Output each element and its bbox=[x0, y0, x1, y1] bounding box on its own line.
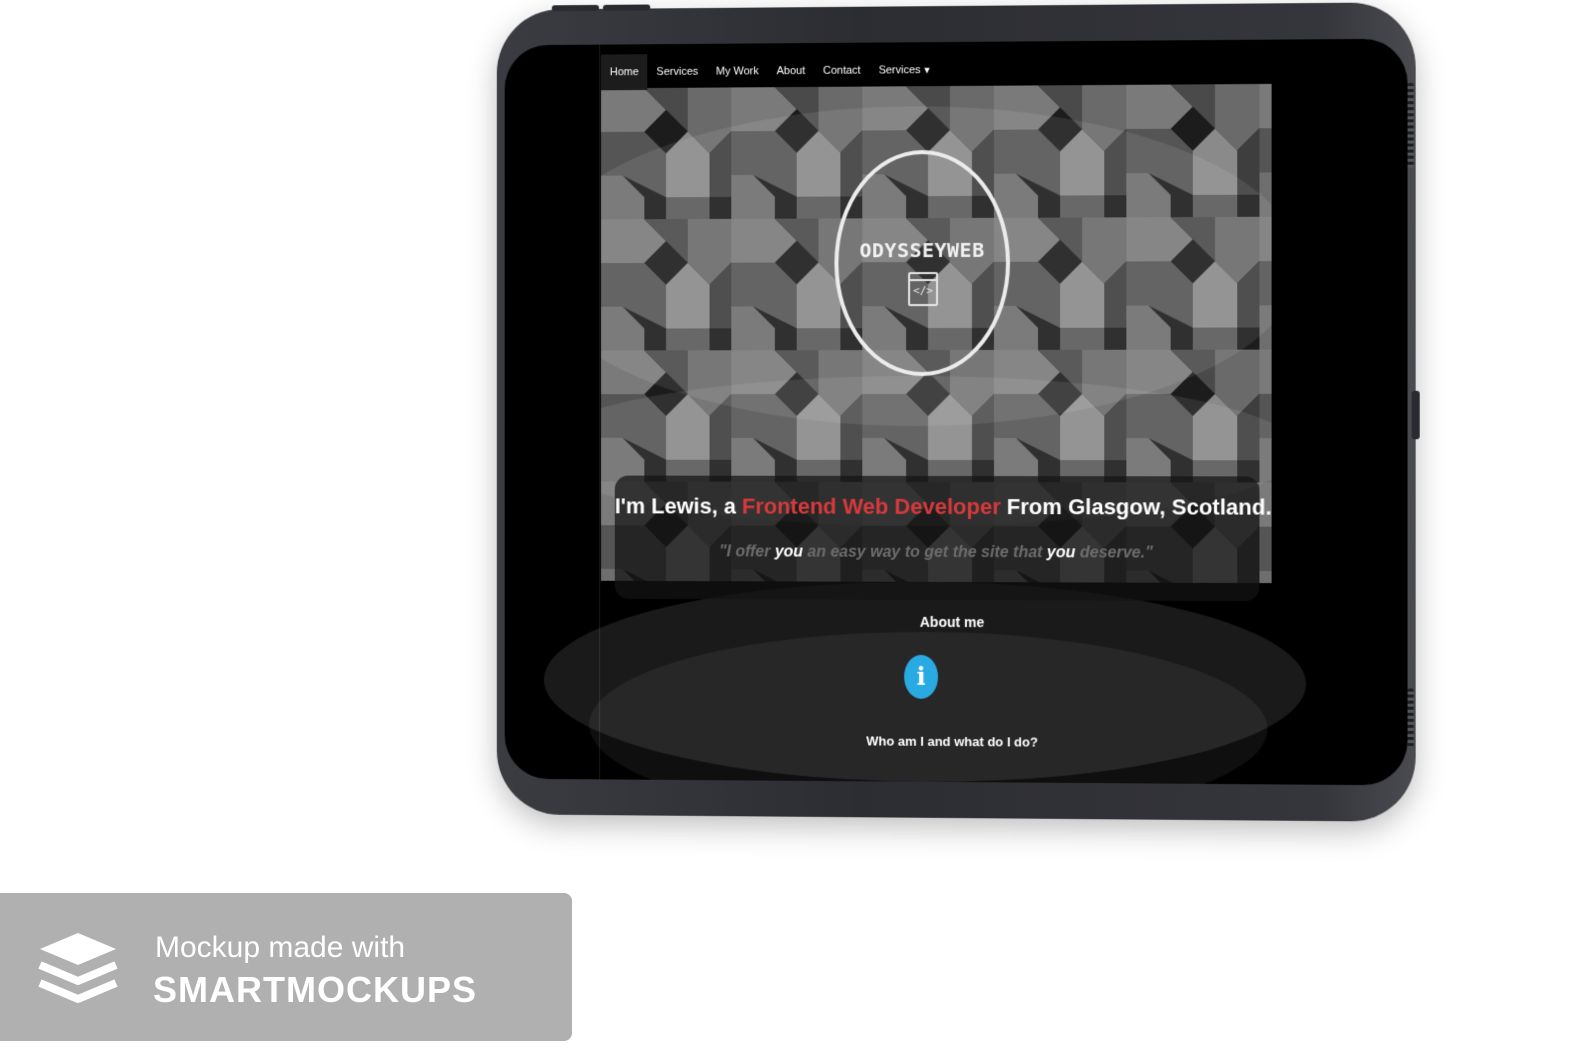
badge-brand: SMARTMOCKUPS bbox=[153, 969, 477, 1010]
tablet-top-button bbox=[551, 4, 600, 12]
code-window-icon: </> bbox=[908, 272, 939, 307]
logo-text: ODYSSEYWEB bbox=[859, 237, 985, 263]
headline-text: I'm Lewis, a bbox=[614, 493, 742, 519]
speaker-grill bbox=[1407, 688, 1414, 748]
dropdown-label: Services bbox=[878, 64, 921, 77]
tablet-top-button bbox=[602, 4, 651, 11]
tagline-text: deserve." bbox=[1075, 544, 1153, 562]
smartmockups-badge[interactable]: Mockup made with SMARTMOCKUPS bbox=[0, 893, 572, 1041]
nav-services-dropdown[interactable]: Services ▼ bbox=[870, 52, 941, 88]
headline-accent: Frontend Web Developer bbox=[741, 493, 1001, 520]
tablet-device: ODYSSEYWEB </> Home Services My Work Abo… bbox=[496, 2, 1420, 822]
nav-my-work[interactable]: My Work bbox=[707, 53, 768, 89]
tablet-screen: ODYSSEYWEB </> Home Services My Work Abo… bbox=[504, 38, 1408, 786]
hero-tagline: "I offer you an easy way to get the site… bbox=[615, 543, 1260, 563]
badge-caption: Mockup made with bbox=[155, 931, 406, 964]
tagline-emphasis: you bbox=[1046, 544, 1076, 562]
tagline-text: an easy way to get the site that bbox=[802, 543, 1047, 562]
nav-contact[interactable]: Contact bbox=[814, 53, 870, 89]
info-icon: i bbox=[904, 654, 939, 699]
headline-text: From Glasgow, Scotland. bbox=[1000, 494, 1272, 520]
hero-headline: I'm Lewis, a Frontend Web Developer From… bbox=[614, 493, 1272, 520]
tablet-side-button bbox=[1411, 390, 1420, 440]
nav-services[interactable]: Services bbox=[648, 54, 707, 90]
mockup-stage: ODYSSEYWEB </> Home Services My Work Abo… bbox=[0, 0, 1578, 1049]
top-navigation: Home Services My Work About Contact Serv… bbox=[600, 52, 941, 91]
site-logo[interactable]: ODYSSEYWEB </> bbox=[834, 149, 1010, 377]
speaker-grill bbox=[1407, 82, 1414, 168]
layers-icon bbox=[38, 933, 118, 1003]
nav-home[interactable]: Home bbox=[600, 54, 648, 91]
intro-panel: I'm Lewis, a Frontend Web Developer From… bbox=[614, 475, 1272, 602]
tagline-text: "I offer bbox=[719, 543, 775, 561]
tagline-emphasis: you bbox=[774, 543, 803, 561]
caret-down-icon: ▼ bbox=[922, 65, 932, 76]
nav-about[interactable]: About bbox=[768, 53, 814, 89]
